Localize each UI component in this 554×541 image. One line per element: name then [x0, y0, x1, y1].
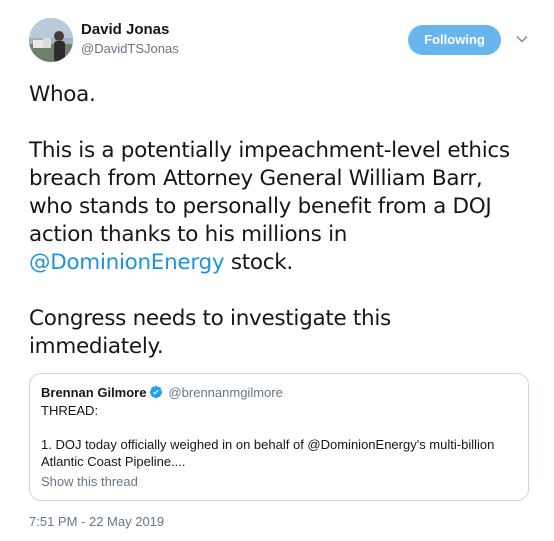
quoted-text-line: Atlantic Coast Pipeline....	[41, 454, 186, 469]
author-handle[interactable]: @DavidTSJonas	[81, 41, 179, 57]
following-button[interactable]: Following	[408, 25, 501, 55]
verified-badge-icon	[149, 385, 163, 399]
show-thread-link[interactable]: Show this thread	[41, 473, 518, 490]
tweet-line: Congress needs to investigate this	[29, 306, 391, 331]
avatar[interactable]	[29, 18, 73, 62]
tweet-line: immediately.	[29, 334, 164, 359]
tweet-line: This is a potentially impeachment-level …	[29, 138, 510, 163]
tweet-text: Whoa. This is a potentially impeachment-…	[29, 81, 539, 361]
quoted-author-name: Brennan Gilmore	[41, 385, 147, 400]
quoted-author-handle: @brennanmgilmore	[168, 385, 283, 400]
tweet-line: @DominionEnergy stock.	[29, 249, 539, 277]
tweet-timestamp[interactable]: 7:51 PM - 22 May 2019	[29, 514, 164, 529]
quoted-text-line: 1. DOJ today officially weighed in on be…	[41, 437, 495, 452]
tweet-text-tail: stock.	[224, 250, 293, 275]
tweet-line: action thanks to his millions in	[29, 222, 348, 247]
mention-link[interactable]: @DominionEnergy	[29, 250, 225, 275]
tweet-card: David Jonas @DavidTSJonas Following Whoa…	[0, 0, 554, 541]
quoted-text-line: THREAD:	[41, 403, 99, 418]
tweet-line: breach from Attorney General William Bar…	[29, 166, 483, 191]
author-name[interactable]: David Jonas	[81, 21, 169, 39]
tweet-paragraph: Whoa.	[29, 82, 96, 107]
tweet-line: who stands to personally benefit from a …	[29, 194, 492, 219]
quoted-tweet-header: Brennan Gilmore @brennanmgilmore	[41, 384, 518, 402]
quoted-tweet[interactable]: Brennan Gilmore @brennanmgilmore THREAD: …	[29, 373, 529, 501]
chevron-down-icon[interactable]	[514, 31, 530, 47]
